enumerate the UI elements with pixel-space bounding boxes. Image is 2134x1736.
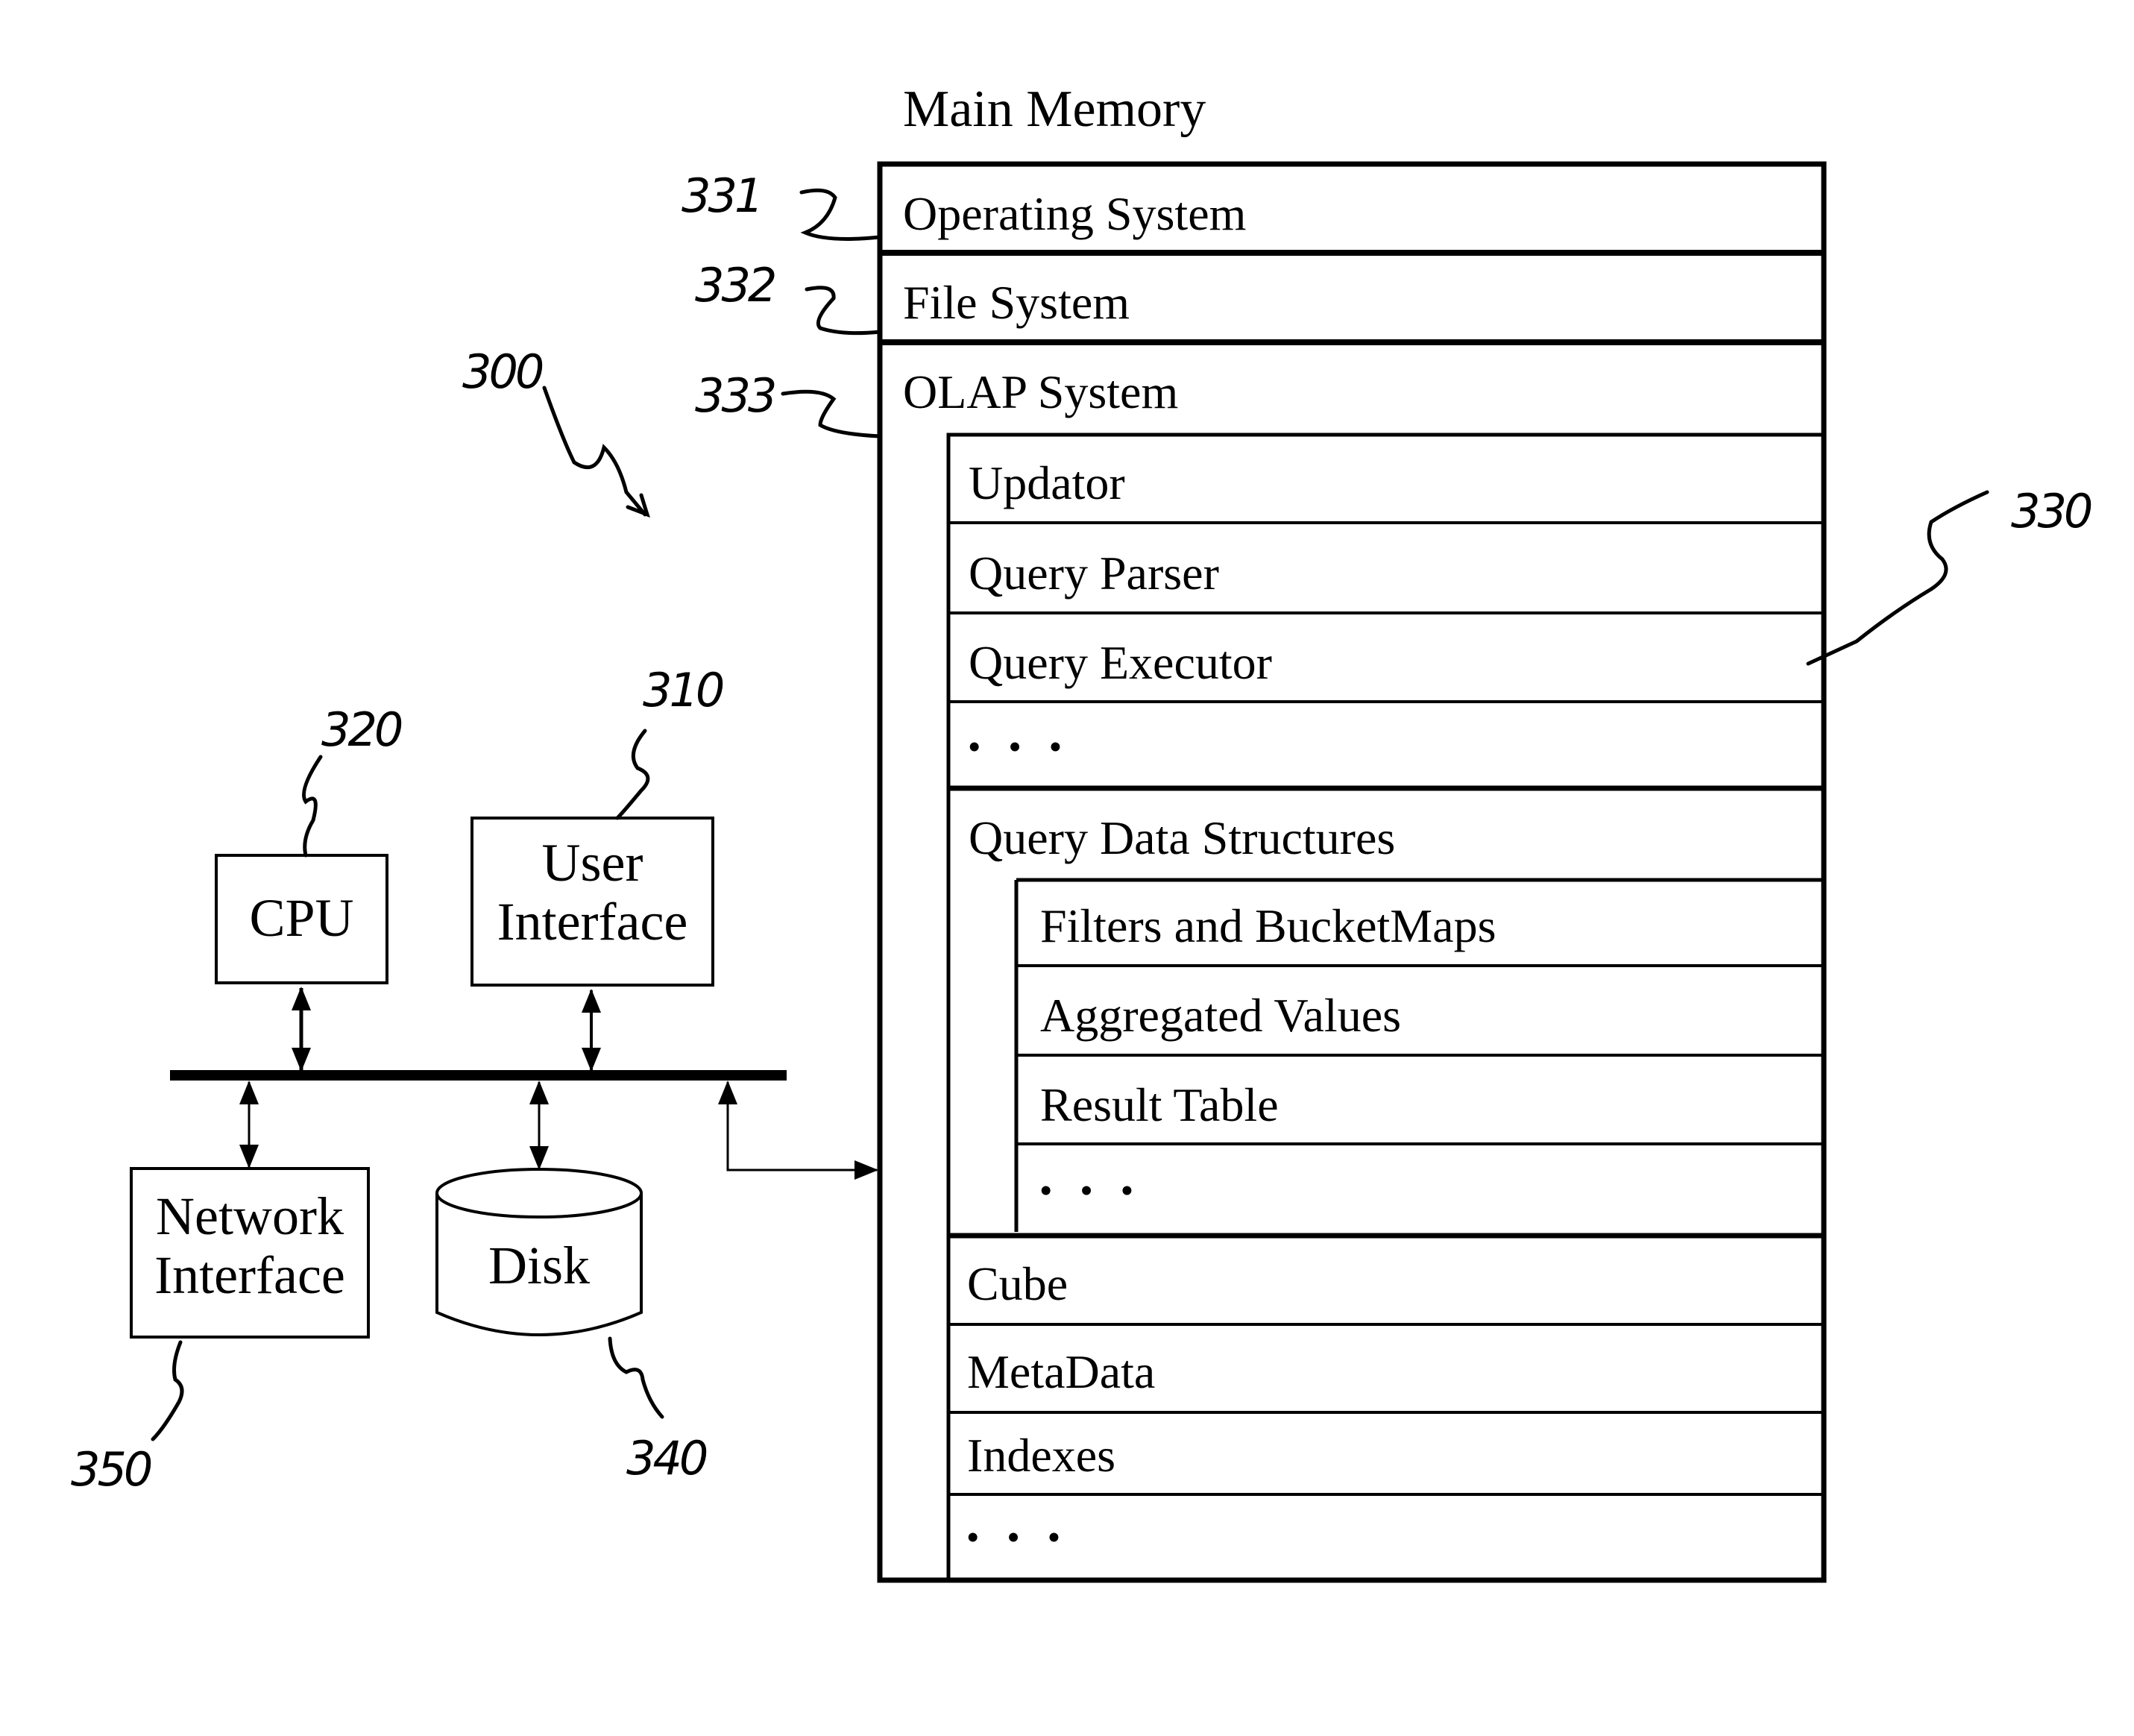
cube-label: Cube <box>967 1257 1068 1310</box>
ref-332: 332 <box>695 258 777 312</box>
leader-300 <box>542 386 647 517</box>
network-interface-label: Network Interface <box>131 1186 368 1306</box>
ref-330: 330 <box>2011 484 2093 538</box>
query-parser-label: Query Parser <box>969 547 1219 600</box>
query-data-structures-label: Query Data Structures <box>969 811 1396 864</box>
ref-310: 310 <box>643 663 725 717</box>
ref-331: 331 <box>682 169 764 223</box>
user-interface-line1: User <box>541 833 643 893</box>
leader-310 <box>615 729 650 820</box>
updator-label: Updator <box>969 456 1125 509</box>
indexes-label: Indexes <box>967 1429 1116 1482</box>
user-interface-label: User Interface <box>472 833 713 952</box>
metadata-label: MetaData <box>967 1345 1156 1398</box>
leader-332 <box>805 286 882 336</box>
file-system-label: File System <box>903 276 1130 329</box>
ref-300: 300 <box>462 345 544 399</box>
qds-ellipsis: • • • <box>1040 1172 1144 1209</box>
leader-340 <box>608 1336 664 1419</box>
filters-bucketmaps-label: Filters and BucketMaps <box>1040 899 1496 952</box>
leader-320 <box>302 755 323 858</box>
leader-330 <box>1806 490 1989 666</box>
leader-331 <box>799 188 882 241</box>
network-interface-line1: Network <box>156 1186 344 1246</box>
memory-bus-arrow <box>718 1081 878 1180</box>
disk-label: Disk <box>488 1236 591 1295</box>
network-interface-line2: Interface <box>154 1245 345 1306</box>
ref-320: 320 <box>321 702 403 757</box>
user-interface-line2: Interface <box>497 892 688 952</box>
cpu-label: CPU <box>249 888 354 948</box>
ref-333: 333 <box>695 368 777 423</box>
result-table-label: Result Table <box>1040 1078 1279 1131</box>
leader-333 <box>781 389 882 438</box>
olap-system-label: OLAP System <box>903 365 1179 418</box>
main-memory-title: Main Memory <box>903 81 1206 138</box>
leader-350 <box>151 1340 184 1441</box>
query-executor-label: Query Executor <box>969 636 1272 689</box>
components-ellipsis: • • • <box>969 729 1072 765</box>
ref-340: 340 <box>626 1431 708 1485</box>
ref-350: 350 <box>71 1442 153 1497</box>
operating-system-label: Operating System <box>903 187 1247 240</box>
data-items-ellipsis: • • • <box>967 1519 1071 1556</box>
aggregated-values-label: Aggregated Values <box>1040 989 1401 1042</box>
